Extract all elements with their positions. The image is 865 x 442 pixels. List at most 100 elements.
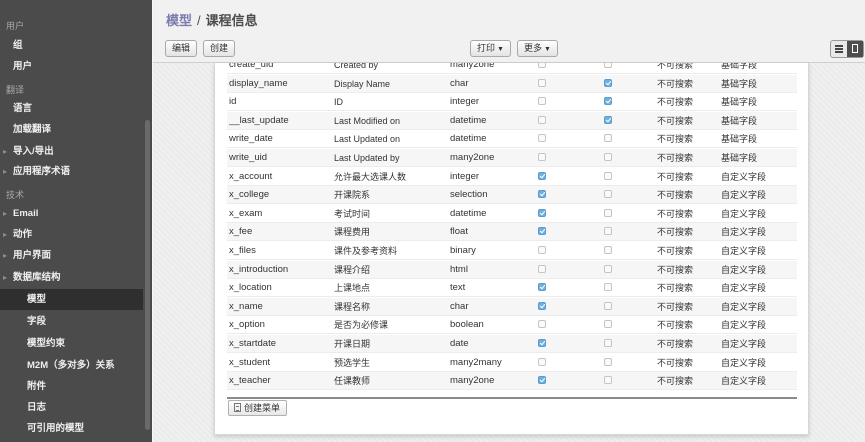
sidebar-item-label: 模型约束 bbox=[27, 338, 66, 349]
sidebar-item[interactable]: 可引用的模型 bbox=[0, 418, 143, 439]
field-type-cell: many2one bbox=[450, 63, 495, 70]
searchable-cell: 不可搜索 bbox=[657, 208, 694, 219]
control-panel: 模型 / 课程信息 编辑 创建 打印 ▼ 更多 ▼ bbox=[153, 0, 865, 63]
sidebar-item[interactable]: 日志 bbox=[0, 397, 143, 418]
table-row[interactable]: x_exam 考试时间 datetime 不可搜索 自定义字段 bbox=[227, 205, 797, 223]
table-row[interactable]: x_startdate 开课日期 date 不可搜索 自定义字段 bbox=[227, 335, 797, 353]
field-type-cell: float bbox=[450, 226, 468, 238]
main-area: 模型 / 课程信息 编辑 创建 打印 ▼ 更多 ▼ create_uid Created … bbox=[153, 0, 865, 442]
sidebar-item-label: 组 bbox=[13, 40, 23, 51]
table-row[interactable]: x_student 预选学生 many2many 不可搜索 自定义字段 bbox=[227, 354, 797, 372]
sidebar-item[interactable]: 模型约束 bbox=[0, 333, 143, 354]
searchable-cell: 不可搜索 bbox=[657, 78, 694, 89]
field-label-cell: 考试时间 bbox=[334, 208, 371, 219]
field-state-cell: 自定义字段 bbox=[721, 320, 767, 331]
field-type-cell: datetime bbox=[450, 133, 487, 145]
table-row[interactable]: display_name Display Name char 不可搜索 基础字段 bbox=[227, 74, 797, 93]
field-label-cell: Created by bbox=[334, 63, 379, 70]
create-menu-button[interactable]: 创建菜单 bbox=[228, 400, 288, 416]
required-checkbox bbox=[538, 264, 546, 273]
field-state-cell: 自定义字段 bbox=[721, 190, 767, 201]
sidebar-item[interactable]: ▸ 动作 bbox=[0, 224, 143, 245]
table-row[interactable]: x_introduction 课程介绍 html 不可搜索 自定义字段 bbox=[227, 260, 797, 279]
sidebar-item[interactable]: ▸ 导入/导出 bbox=[0, 141, 143, 162]
table-row[interactable]: x_teacher 任课教师 many2one 不可搜索 自定义字段 bbox=[227, 372, 797, 391]
sidebar-item-label: 导入/导出 bbox=[13, 146, 54, 157]
field-state-cell: 自定义字段 bbox=[721, 357, 767, 368]
sidebar-item-label: 翻译 bbox=[6, 85, 25, 95]
table-row[interactable]: x_account 允许最大选课人数 integer 不可搜索 自定义字段 bbox=[227, 168, 797, 186]
breadcrumb-parent-link[interactable]: 模型 bbox=[166, 13, 192, 28]
required-checkbox bbox=[538, 171, 546, 180]
sidebar-item[interactable]: 模型 bbox=[0, 289, 143, 310]
table-row[interactable]: x_name 课程名称 char 不可搜索 自定义字段 bbox=[227, 297, 797, 316]
sidebar-item-label: 日志 bbox=[27, 402, 47, 413]
readonly-checkbox bbox=[604, 208, 612, 217]
caret-right-icon: ▸ bbox=[3, 251, 8, 260]
required-checkbox bbox=[538, 320, 546, 329]
table-row[interactable]: id ID integer 不可搜索 基础字段 bbox=[227, 93, 797, 112]
table-row[interactable]: __last_update Last Modified on datetime 不可搜… bbox=[227, 111, 797, 130]
chevron-down-icon: ▼ bbox=[544, 46, 551, 53]
table-row[interactable]: create_uid Created by many2one 不可搜索 基础字段 bbox=[227, 63, 797, 74]
searchable-cell: 不可搜索 bbox=[657, 134, 694, 145]
sidebar-item-label: 加载翻译 bbox=[13, 124, 52, 135]
required-checkbox bbox=[538, 339, 546, 347]
readonly-checkbox bbox=[604, 171, 612, 180]
field-state-cell: 基础字段 bbox=[721, 63, 758, 70]
required-checkbox bbox=[538, 376, 546, 385]
field-state-cell: 基础字段 bbox=[721, 97, 758, 108]
table-row[interactable]: write_uid Last Updated by many2one 不可搜索 基础字段 bbox=[227, 149, 797, 167]
form-view-button[interactable] bbox=[847, 41, 863, 57]
field-state-cell: 基础字段 bbox=[721, 153, 758, 163]
searchable-cell: 不可搜索 bbox=[657, 376, 694, 387]
sidebar-item-label: 语言 bbox=[13, 103, 33, 114]
readonly-checkbox bbox=[604, 153, 612, 161]
sidebar-item[interactable]: ▸ 用户界面 bbox=[0, 245, 143, 266]
create-button[interactable]: 创建 bbox=[203, 40, 236, 57]
sidebar-item[interactable]: 加载翻译 bbox=[0, 119, 143, 140]
field-state-cell: 自定义字段 bbox=[721, 227, 767, 238]
sidebar-item[interactable]: 用户 bbox=[0, 56, 143, 77]
list-view-button[interactable] bbox=[831, 41, 847, 57]
field-name-cell: x_location bbox=[229, 282, 272, 294]
more-button-label: 更多 bbox=[524, 43, 543, 53]
field-type-cell: boolean bbox=[450, 319, 484, 331]
sidebar-item[interactable]: ▸ Email bbox=[0, 203, 143, 224]
searchable-cell: 不可搜索 bbox=[657, 320, 694, 331]
field-label-cell: Last Modified on bbox=[334, 115, 401, 126]
table-footer-line bbox=[227, 397, 797, 399]
sidebar-scrollbar[interactable] bbox=[145, 120, 150, 430]
form-sheet: create_uid Created by many2one 不可搜索 基础字段 disp… bbox=[214, 63, 809, 435]
edit-button[interactable]: 编辑 bbox=[165, 40, 198, 57]
sidebar-item-label: 数据库结构 bbox=[13, 272, 61, 283]
required-checkbox bbox=[538, 246, 546, 254]
sidebar-item[interactable]: M2M（多对多）关系 bbox=[0, 355, 143, 376]
sidebar-item[interactable]: ▸ 数据库结构 bbox=[0, 267, 143, 288]
table-row[interactable]: write_date Last Updated on datetime 不可搜索 基础字… bbox=[227, 130, 797, 149]
sidebar-item[interactable]: 语言 bbox=[0, 98, 143, 119]
sidebar-item[interactable]: 附件 bbox=[0, 376, 143, 397]
field-state-cell: 自定义字段 bbox=[721, 246, 767, 256]
readonly-checkbox bbox=[604, 339, 612, 347]
sidebar-item[interactable]: 组 bbox=[0, 35, 143, 56]
table-row[interactable]: x_location 上课地点 text 不可搜索 自定义字段 bbox=[227, 279, 797, 298]
sidebar-item[interactable]: 字段 bbox=[0, 311, 143, 332]
field-state-cell: 自定义字段 bbox=[721, 171, 767, 182]
table-row[interactable]: x_option 是否为必修课 boolean 不可搜索 自定义字段 bbox=[227, 316, 797, 335]
field-name-cell: x_option bbox=[229, 319, 265, 331]
sidebar-item-label: 用户 bbox=[6, 21, 25, 31]
table-row[interactable]: x_files 课件及参考资料 binary 不可搜索 自定义字段 bbox=[227, 242, 797, 260]
breadcrumb-separator: / bbox=[197, 13, 201, 28]
table-row[interactable]: x_college 开课院系 selection 不可搜索 自定义字段 bbox=[227, 186, 797, 205]
breadcrumb-current: 课程信息 bbox=[205, 13, 258, 28]
field-name-cell: x_fee bbox=[229, 226, 253, 238]
field-name-cell: display_name bbox=[229, 77, 288, 89]
field-type-cell: text bbox=[450, 282, 466, 294]
readonly-checkbox bbox=[604, 264, 612, 273]
print-dropdown-button[interactable]: 打印 ▼ bbox=[470, 40, 511, 57]
sidebar-item[interactable]: ▸ 应用程序术语 bbox=[0, 161, 143, 182]
required-checkbox bbox=[538, 63, 546, 68]
more-dropdown-button[interactable]: 更多 ▼ bbox=[517, 40, 558, 57]
table-row[interactable]: x_fee 课程费用 float 不可搜索 自定义字段 bbox=[227, 223, 797, 242]
